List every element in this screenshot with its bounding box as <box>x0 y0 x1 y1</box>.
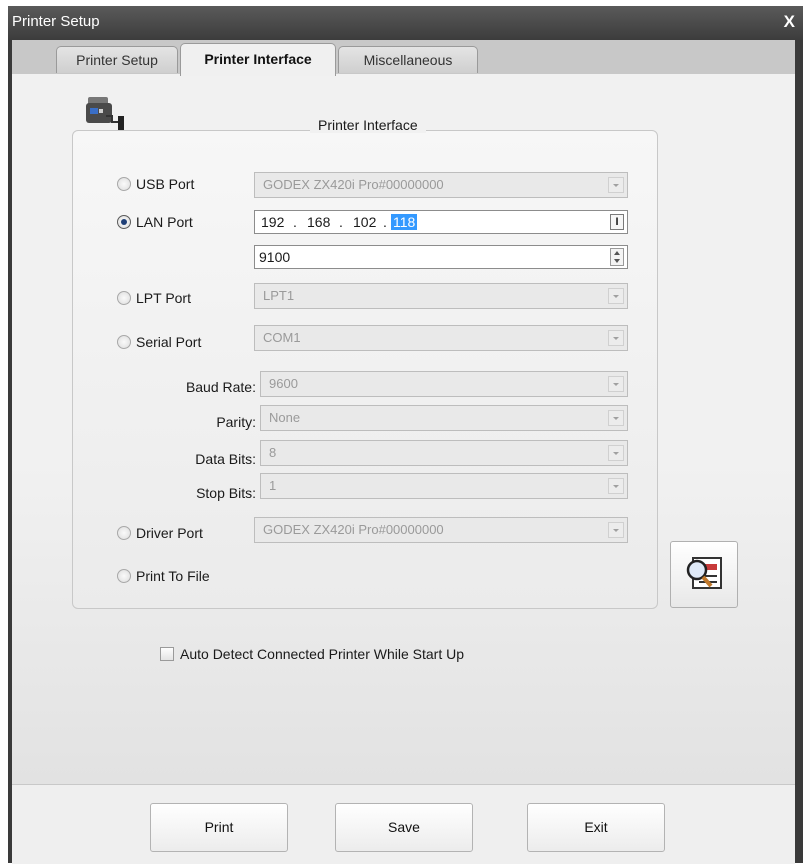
lpt-port-label: LPT Port <box>136 290 191 306</box>
search-printer-button[interactable] <box>670 541 738 608</box>
stop-bits-value: 1 <box>269 478 277 493</box>
serial-port-value: COM1 <box>263 330 301 345</box>
chevron-down-icon[interactable] <box>608 478 624 494</box>
serial-port-radio[interactable]: Serial Port <box>117 334 201 350</box>
chevron-down-icon[interactable] <box>608 288 624 304</box>
tab-strip: Printer Setup Printer Interface Miscella… <box>12 40 795 76</box>
tab-printer-interface[interactable]: Printer Interface <box>180 43 336 76</box>
baud-rate-label: Baud Rate: <box>185 379 256 395</box>
parity-select[interactable]: None <box>260 405 628 431</box>
ip-address-input[interactable]: 192 . 168 . 102 . 118 I <box>254 210 628 234</box>
driver-port-value: GODEX ZX420i Pro#00000000 <box>263 522 444 537</box>
ip-dot: . <box>293 214 297 230</box>
auto-detect-label: Auto Detect Connected Printer While Star… <box>180 646 465 662</box>
usb-port-radio[interactable]: USB Port <box>117 176 194 192</box>
driver-port-radio-circle[interactable] <box>117 526 131 540</box>
ip-dot: . <box>339 214 343 230</box>
serial-port-radio-circle[interactable] <box>117 335 131 349</box>
chevron-down-icon[interactable] <box>608 376 624 392</box>
print-button[interactable]: Print <box>150 803 288 852</box>
chevron-down-icon[interactable] <box>608 522 624 538</box>
spinner-up-icon[interactable] <box>614 251 620 255</box>
lan-port-number-value[interactable]: 9100 <box>259 249 290 265</box>
window-title: Printer Setup <box>12 13 100 30</box>
auto-detect-checkbox[interactable]: Auto Detect Connected Printer While Star… <box>160 646 464 662</box>
search-printer-icon <box>686 557 722 589</box>
data-bits-label: Data Bits: <box>195 451 256 467</box>
spinner-down-icon[interactable] <box>614 259 620 263</box>
serial-port-label: Serial Port <box>136 334 202 350</box>
parity-label: Parity: <box>216 414 256 430</box>
tab-label: Printer Interface <box>204 51 312 67</box>
lpt-port-radio[interactable]: LPT Port <box>117 290 191 306</box>
lan-port-radio-circle[interactable] <box>117 215 131 229</box>
print-to-file-label: Print To File <box>136 568 210 584</box>
tab-printer-setup[interactable]: Printer Setup <box>56 46 178 73</box>
usb-port-radio-circle[interactable] <box>117 177 131 191</box>
save-button[interactable]: Save <box>335 803 473 852</box>
lpt-port-radio-circle[interactable] <box>117 291 131 305</box>
ip-dot: . <box>383 214 387 230</box>
ip-octet-3[interactable]: 102 <box>353 214 376 230</box>
parity-value: None <box>269 410 301 425</box>
print-to-file-radio-circle[interactable] <box>117 569 131 583</box>
baud-rate-select[interactable]: 9600 <box>260 371 628 397</box>
lan-port-label: LAN Port <box>136 214 193 230</box>
data-bits-select[interactable]: 8 <box>260 440 628 466</box>
usb-port-label: USB Port <box>136 176 195 192</box>
lpt-port-select[interactable]: LPT1 <box>254 283 628 309</box>
close-button[interactable]: X <box>784 12 795 32</box>
usb-port-value: GODEX ZX420i Pro#00000000 <box>263 177 444 192</box>
lan-port-radio[interactable]: LAN Port <box>117 214 193 230</box>
chevron-down-icon[interactable] <box>608 177 624 193</box>
lan-port-number-input[interactable]: 9100 <box>254 245 628 269</box>
tab-miscellaneous[interactable]: Miscellaneous <box>338 46 478 73</box>
tab-label: Printer Setup <box>76 52 158 68</box>
driver-port-select[interactable]: GODEX ZX420i Pro#00000000 <box>254 517 628 543</box>
lpt-port-value: LPT1 <box>263 288 295 303</box>
chevron-down-icon[interactable] <box>608 445 624 461</box>
button-bar: Print Save Exit <box>12 784 795 864</box>
usb-port-select[interactable]: GODEX ZX420i Pro#00000000 <box>254 172 628 198</box>
exit-button[interactable]: Exit <box>527 803 665 852</box>
ip-octet-4[interactable]: 118 <box>391 214 418 230</box>
tab-label: Miscellaneous <box>363 52 453 68</box>
print-to-file-radio[interactable]: Print To File <box>117 568 210 584</box>
chevron-down-icon[interactable] <box>608 330 624 346</box>
title-bar: Printer Setup X <box>8 6 803 40</box>
ip-cursor-icon[interactable]: I <box>610 214 624 230</box>
group-title: Printer Interface <box>310 117 426 133</box>
data-bits-value: 8 <box>269 445 277 460</box>
serial-port-select[interactable]: COM1 <box>254 325 628 351</box>
driver-port-label: Driver Port <box>136 525 203 541</box>
port-spinner-icon[interactable] <box>610 248 624 266</box>
printer-interface-icon <box>86 97 124 130</box>
ip-octet-2[interactable]: 168 <box>307 214 330 230</box>
driver-port-radio[interactable]: Driver Port <box>117 525 203 541</box>
auto-detect-checkbox-box[interactable] <box>160 647 174 661</box>
ip-octet-1[interactable]: 192 <box>261 214 284 230</box>
baud-rate-value: 9600 <box>269 376 298 391</box>
chevron-down-icon[interactable] <box>608 410 624 426</box>
stop-bits-label: Stop Bits: <box>196 485 256 501</box>
stop-bits-select[interactable]: 1 <box>260 473 628 499</box>
